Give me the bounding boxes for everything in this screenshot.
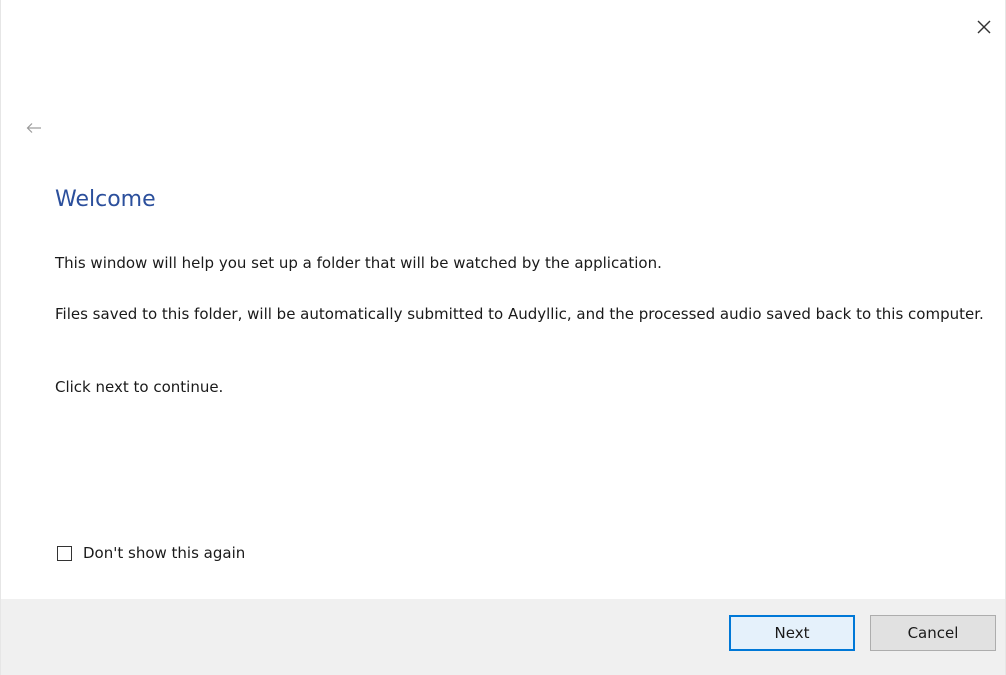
close-button[interactable]: [969, 14, 999, 44]
checkbox-label: Don't show this again: [83, 544, 246, 562]
instruction-text: Click next to continue.: [55, 378, 224, 396]
cancel-button[interactable]: Cancel: [870, 615, 996, 651]
dialog-footer: Next Cancel: [1, 599, 1005, 675]
dont-show-again-checkbox[interactable]: Don't show this again: [57, 544, 245, 562]
back-button[interactable]: [23, 117, 45, 139]
next-button[interactable]: Next: [729, 615, 855, 651]
description-text: Files saved to this folder, will be auto…: [55, 305, 984, 323]
page-title: Welcome: [55, 187, 156, 212]
setup-dialog: Welcome This window will help you set up…: [0, 0, 1006, 675]
close-icon: [976, 19, 992, 39]
back-arrow-icon: [26, 119, 42, 138]
intro-text: This window will help you set up a folde…: [55, 254, 662, 272]
checkbox-box[interactable]: [57, 545, 72, 561]
